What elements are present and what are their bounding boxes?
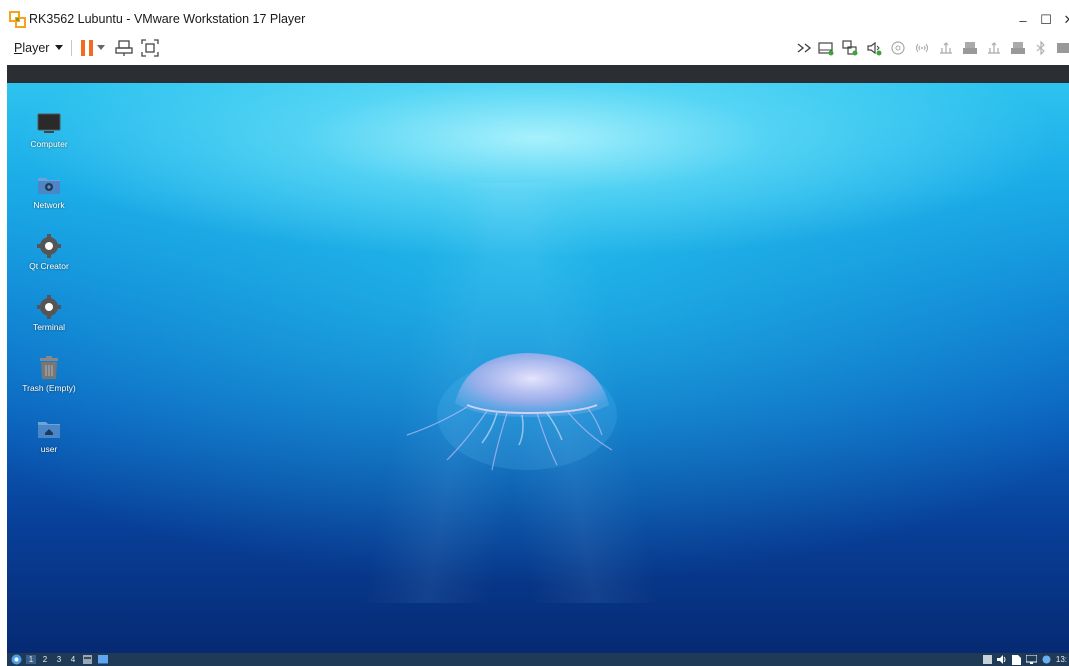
title-bar[interactable]: RK3562 Lubuntu - VMware Workstation 17 P… — [0, 8, 1069, 32]
vm-console-border — [7, 65, 1069, 83]
player-toolbar: Player — [0, 32, 1069, 64]
minimize-button[interactable]: – — [1014, 11, 1032, 29]
display-icon[interactable] — [1055, 40, 1069, 56]
taskbar-left: 1 2 3 4 — [11, 653, 109, 666]
wireless-icon[interactable] — [914, 40, 930, 56]
desktop-icon-label: Network — [33, 200, 65, 210]
desktop-icon-computer[interactable]: Computer — [14, 111, 84, 149]
desktop-icon-terminal[interactable]: Terminal — [14, 294, 84, 332]
vmware-logo-icon — [9, 11, 26, 28]
network-folder-icon — [36, 172, 62, 198]
window-title: RK3562 Lubuntu - VMware Workstation 17 P… — [29, 12, 306, 26]
usb-device-2-icon[interactable] — [986, 40, 1002, 56]
printer-2-icon[interactable] — [1010, 40, 1026, 56]
player-menu-button[interactable]: Player — [14, 39, 64, 57]
trash-icon — [36, 355, 62, 381]
desktop-icon-label: Trash (Empty) — [22, 383, 76, 393]
desktop-icon-network[interactable]: Network — [14, 172, 84, 210]
tray-app-icon[interactable] — [982, 655, 992, 664]
bluetooth-icon[interactable] — [1034, 40, 1050, 56]
file-manager-icon[interactable] — [82, 654, 93, 665]
system-tray: 13: — [982, 653, 1067, 666]
show-desktop-icon[interactable] — [97, 654, 109, 665]
volume-icon[interactable] — [996, 655, 1007, 664]
network-tray-icon[interactable] — [1025, 655, 1037, 664]
dropdown-arrow-icon[interactable] — [94, 38, 108, 58]
more-icon[interactable] — [797, 40, 813, 56]
fullscreen-icon[interactable] — [140, 38, 160, 58]
desktop-icon-label: Terminal — [32, 322, 66, 332]
player-menu-label: Player — [14, 41, 50, 55]
desktop-icon-trash[interactable]: Trash (Empty) — [14, 355, 84, 393]
computer-icon — [36, 111, 62, 137]
send-ctrl-alt-del-icon[interactable] — [114, 38, 134, 58]
toolbar-divider — [71, 40, 72, 56]
lubuntu-menu-icon[interactable] — [11, 654, 22, 665]
maximize-button[interactable]: ☐ — [1037, 11, 1055, 29]
workspace-3[interactable]: 3 — [54, 655, 64, 664]
workspace-1[interactable]: 1 — [26, 655, 36, 664]
usb-device-icon[interactable] — [938, 40, 954, 56]
hard-disk-icon[interactable] — [818, 40, 834, 56]
cd-dvd-icon[interactable] — [890, 40, 906, 56]
desktop-icon-user[interactable]: user — [14, 416, 84, 454]
desktop-icon-qt-creator[interactable]: Qt Creator — [14, 233, 84, 271]
qt-creator-icon — [36, 233, 62, 259]
updates-icon[interactable] — [1042, 655, 1051, 664]
network-adapter-icon[interactable] — [842, 40, 858, 56]
printer-icon[interactable] — [962, 40, 978, 56]
desktop-icon-label: user — [40, 444, 58, 454]
guest-desktop[interactable]: Computer Network Qt Creator Terminal Tra — [7, 83, 1069, 653]
terminal-icon — [36, 294, 62, 320]
clipboard-icon[interactable] — [1011, 654, 1021, 665]
sound-icon[interactable] — [866, 40, 882, 56]
workspace-2[interactable]: 2 — [40, 655, 50, 664]
chevron-down-icon — [55, 45, 64, 50]
close-button[interactable]: ✕ — [1060, 11, 1069, 29]
desktop-icon-label: Qt Creator — [29, 261, 69, 271]
guest-taskbar: 1 2 3 4 13: — [7, 653, 1069, 666]
clock[interactable]: 13: — [1056, 655, 1067, 664]
vmware-player-window: RK3562 Lubuntu - VMware Workstation 17 P… — [0, 0, 1069, 666]
jellyfish-wallpaper-image — [406, 353, 617, 471]
workspace-4[interactable]: 4 — [68, 655, 78, 664]
desktop-icon-label: Computer — [30, 139, 68, 149]
home-folder-icon — [36, 416, 62, 442]
